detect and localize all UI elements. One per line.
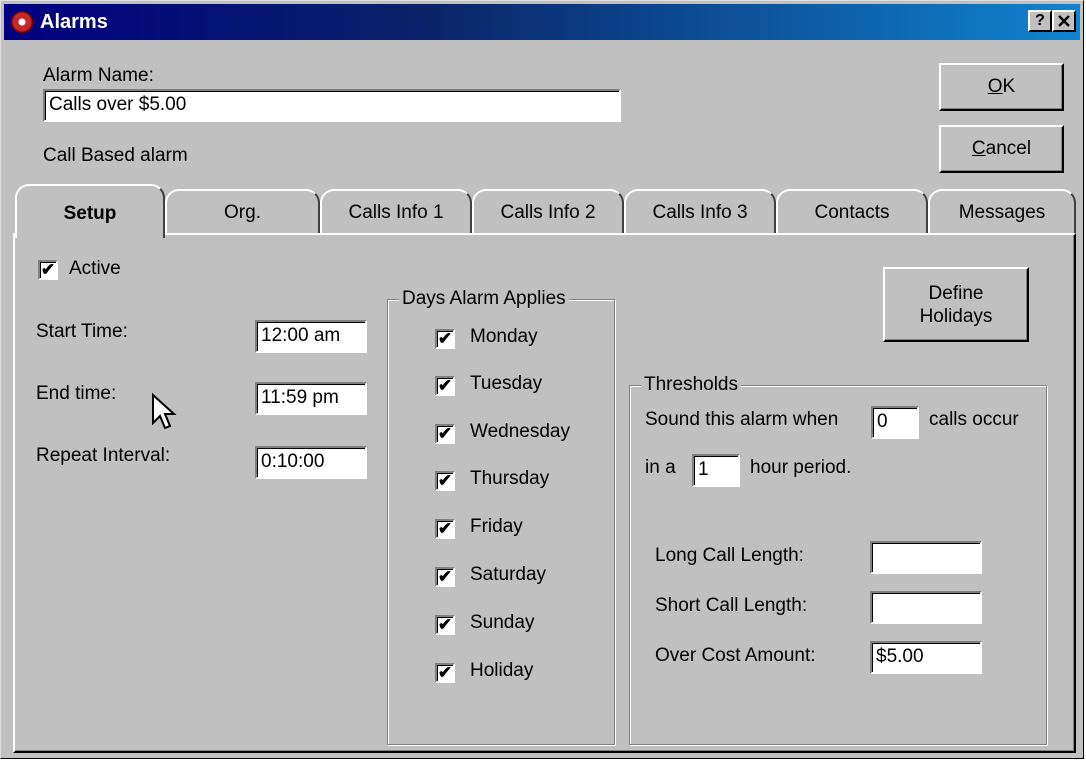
cancel-button[interactable]: Cancel — [939, 125, 1064, 173]
hour-count-input[interactable]: 1 — [692, 454, 740, 487]
alarm-name-input[interactable]: Calls over $5.00 — [43, 89, 621, 122]
active-checkbox[interactable]: ✔ — [38, 260, 58, 280]
saturday-checkbox[interactable]: ✔ — [435, 567, 455, 587]
wednesday-checkbox[interactable]: ✔ — [435, 424, 455, 444]
holiday-label[interactable]: Holiday — [470, 660, 533, 682]
short-call-length-label: Short Call Length: — [655, 595, 808, 616]
close-icon — [1058, 15, 1070, 27]
sunday-label[interactable]: Sunday — [470, 612, 534, 634]
short-call-length-input[interactable] — [870, 591, 982, 624]
tuesday-checkbox[interactable]: ✔ — [435, 376, 455, 396]
calls-count-input[interactable]: 0 — [871, 406, 919, 439]
thresholds-group-title: Thresholds — [641, 374, 741, 396]
tab-calls-info-1[interactable]: Calls Info 1 — [320, 189, 472, 235]
thursday-checkbox[interactable]: ✔ — [435, 471, 455, 491]
alarm-name-label: Alarm Name: — [43, 65, 154, 86]
alarm-type-text: Call Based alarm — [43, 145, 188, 166]
hour-period-suffix: hour period. — [750, 457, 852, 478]
window-title: Alarms — [40, 11, 108, 33]
tab-calls-info-2[interactable]: Calls Info 2 — [472, 189, 624, 235]
tab-org[interactable]: Org. — [165, 189, 320, 235]
define-holidays-line1: Define — [928, 282, 984, 304]
thursday-label[interactable]: Thursday — [470, 468, 549, 490]
tab-calls-info-3[interactable]: Calls Info 3 — [624, 189, 776, 235]
alarms-dialog: Alarms ? Alarm Name: Calls over $5.00 Ca… — [0, 0, 1084, 759]
repeat-interval-input[interactable]: 0:10:00 — [255, 446, 367, 479]
mouse-pointer-icon — [152, 393, 177, 430]
wednesday-label[interactable]: Wednesday — [470, 421, 570, 443]
start-time-label: Start Time: — [36, 321, 128, 342]
start-time-input[interactable]: 12:00 am — [255, 320, 367, 353]
friday-label[interactable]: Friday — [470, 516, 523, 538]
cancel-rest: ancel — [985, 138, 1032, 159]
close-button[interactable] — [1052, 10, 1076, 32]
monday-checkbox[interactable]: ✔ — [435, 329, 455, 349]
end-time-input[interactable]: 11:59 pm — [255, 382, 367, 415]
title-bar[interactable]: Alarms ? — [4, 4, 1080, 40]
sunday-checkbox[interactable]: ✔ — [435, 615, 455, 635]
days-group-title: Days Alarm Applies — [399, 288, 569, 310]
tuesday-label[interactable]: Tuesday — [470, 373, 542, 395]
ok-rest: K — [1002, 76, 1016, 97]
holiday-checkbox[interactable]: ✔ — [435, 663, 455, 683]
tab-setup[interactable]: Setup — [15, 184, 165, 238]
repeat-interval-label: Repeat Interval: — [36, 445, 171, 466]
cancel-accel: C — [971, 138, 986, 159]
tab-contacts[interactable]: Contacts — [776, 189, 928, 235]
ok-button[interactable]: OK — [939, 63, 1064, 111]
ok-accel: O — [987, 76, 1003, 97]
sound-alarm-prefix: Sound this alarm when — [645, 409, 839, 430]
calls-occur-suffix: calls occur — [929, 409, 1019, 430]
in-a-label: in a — [645, 457, 676, 478]
over-cost-amount-input[interactable]: $5.00 — [870, 641, 982, 674]
saturday-label[interactable]: Saturday — [470, 564, 546, 586]
setup-panel: ✔ Active Start Time: 12:00 am End time: … — [13, 233, 1076, 753]
end-time-label: End time: — [36, 383, 117, 404]
tab-messages[interactable]: Messages — [928, 189, 1076, 235]
long-call-length-label: Long Call Length: — [655, 545, 804, 566]
active-label[interactable]: Active — [69, 258, 121, 280]
help-button[interactable]: ? — [1028, 10, 1052, 32]
friday-checkbox[interactable]: ✔ — [435, 519, 455, 539]
alarm-app-icon — [11, 11, 33, 33]
over-cost-amount-label: Over Cost Amount: — [655, 645, 816, 666]
define-holidays-line2: Holidays — [919, 305, 993, 327]
monday-label[interactable]: Monday — [470, 326, 538, 348]
define-holidays-button[interactable]: Define Holidays — [883, 267, 1029, 342]
long-call-length-input[interactable] — [870, 541, 982, 574]
